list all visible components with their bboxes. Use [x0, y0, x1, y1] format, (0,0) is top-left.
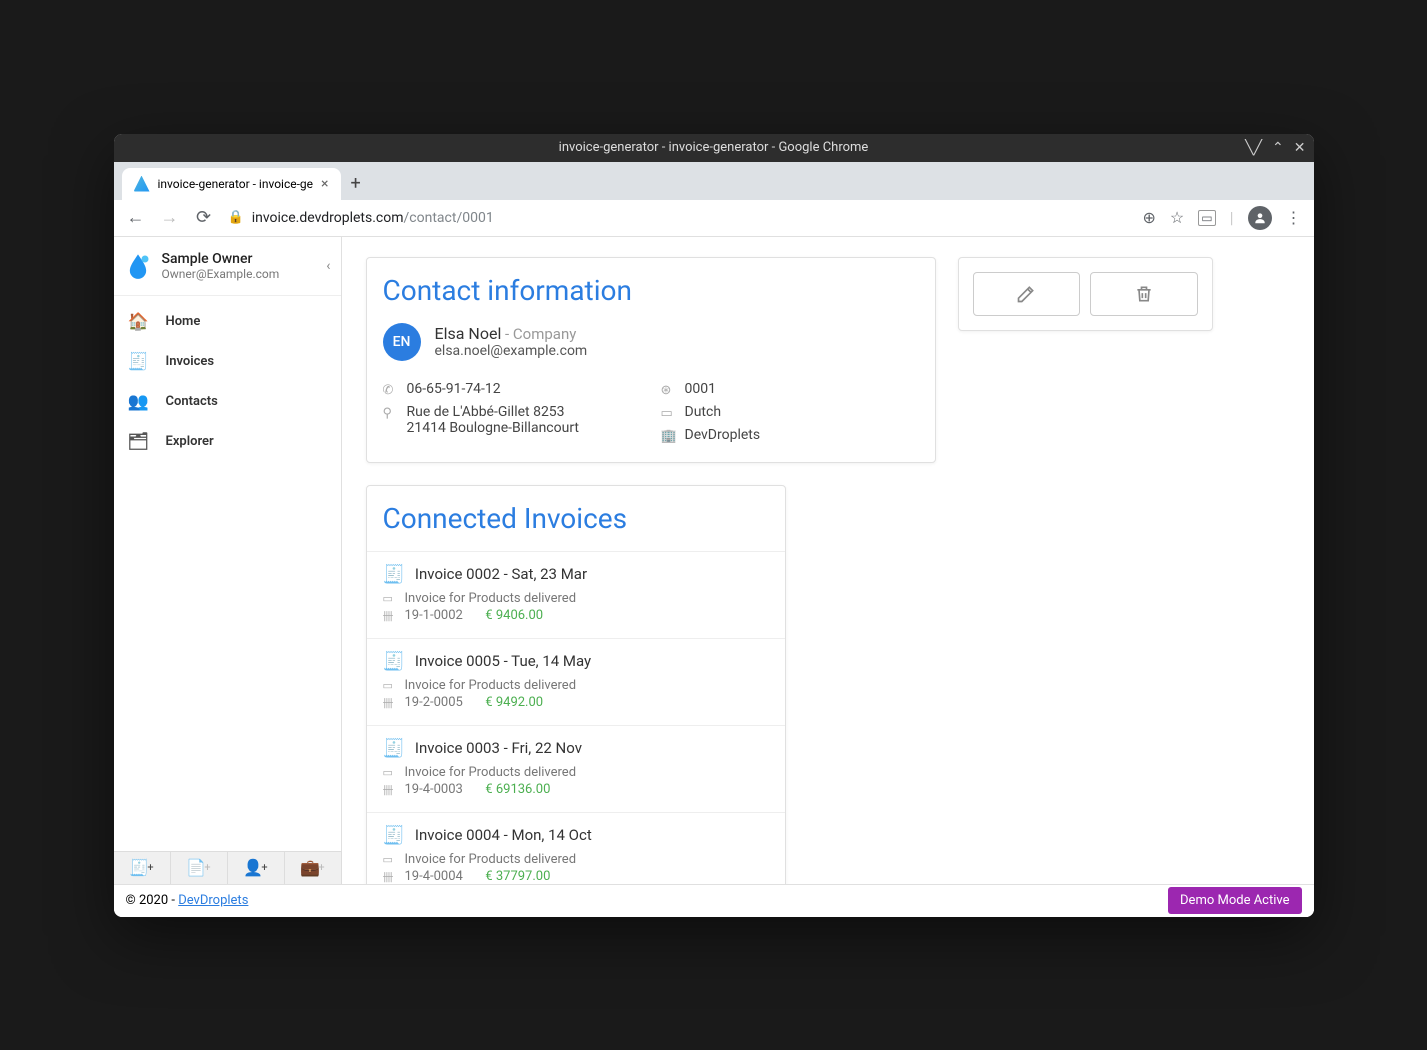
url-input[interactable]: 🔒 invoice.devdroplets.com/contact/0001 — [228, 210, 1129, 226]
edit-button[interactable] — [973, 272, 1081, 316]
label-icon: ▭ — [383, 766, 397, 779]
profile-avatar-icon[interactable] — [1248, 206, 1272, 230]
invoice-ref: 19-4-0004 — [405, 869, 463, 884]
new-invoice-button[interactable]: 🧾+ — [114, 852, 171, 884]
contact-heading: Contact information — [367, 258, 935, 323]
invoice-title: Invoice 0005 - Tue, 14 May — [415, 652, 591, 670]
main-content: Contact information EN Elsa Noel - Compa… — [342, 237, 1314, 917]
nav-contacts[interactable]: 👥 Contacts — [114, 382, 341, 422]
owner-panel[interactable]: Sample Owner Owner@Example.com ‹ — [114, 237, 341, 296]
tally-icon: 卌 — [383, 782, 397, 798]
forward-button[interactable]: → — [160, 207, 180, 228]
tab-title: invoice-generator - invoice-ge — [158, 177, 314, 191]
tally-icon: 卌 — [383, 869, 397, 885]
invoice-item[interactable]: 🧾 Invoice 0003 - Fri, 22 Nov ▭ Invoice fo… — [367, 725, 785, 812]
nav-invoices[interactable]: 🧾 Invoices — [114, 342, 341, 382]
back-button[interactable]: ← — [126, 207, 146, 228]
contact-id: ⊛0001 — [661, 381, 919, 398]
window-close-icon[interactable]: ✕ — [1294, 140, 1306, 156]
tally-icon: 卌 — [383, 608, 397, 624]
tab-close-icon[interactable]: × — [321, 176, 328, 192]
window-minimize-icon[interactable]: ╲╱ — [1245, 140, 1262, 156]
collapse-sidebar-icon[interactable]: ‹ — [326, 258, 330, 274]
invoice-title: Invoice 0003 - Fri, 22 Nov — [415, 739, 582, 757]
new-tab-button[interactable]: + — [341, 167, 371, 200]
invoice-title: Invoice 0004 - Mon, 14 Oct — [415, 826, 592, 844]
owner-email: Owner@Example.com — [162, 267, 317, 281]
invoice-ref: 19-1-0002 — [405, 608, 463, 623]
app-logo-icon — [124, 252, 152, 280]
footer: © 2020 - DevDroplets Demo Mode Active — [114, 884, 1314, 917]
label-icon: ▭ — [383, 853, 397, 866]
lock-icon: 🔒 — [228, 210, 244, 225]
window-title: invoice-generator - invoice-generator - … — [559, 140, 869, 155]
tab-favicon-icon — [134, 176, 150, 192]
phone-icon: ✆ — [383, 383, 397, 398]
contact-email: elsa.noel@example.com — [435, 343, 588, 359]
invoice-ref: 19-2-0005 — [405, 695, 463, 710]
zoom-icon[interactable]: ⊕ — [1143, 208, 1156, 227]
invoices-heading: Connected Invoices — [367, 486, 785, 551]
footer-link[interactable]: DevDroplets — [178, 893, 248, 908]
building-icon: 🏢 — [661, 429, 675, 444]
explorer-icon: 🗂 — [128, 432, 150, 452]
window-maximize-icon[interactable]: ⌃ — [1272, 140, 1284, 156]
contact-card: Contact information EN Elsa Noel - Compa… — [366, 257, 936, 463]
invoice-amount: € 9406.00 — [485, 608, 543, 623]
invoice-desc: Invoice for Products delivered — [405, 678, 577, 693]
bottom-toolbar: 🧾+ 📄+ 👤+ 💼+ — [114, 851, 342, 884]
trash-icon — [1134, 284, 1154, 304]
pin-icon: ⚲ — [383, 406, 397, 421]
window-titlebar: invoice-generator - invoice-generator - … — [114, 134, 1314, 162]
invoice-item[interactable]: 🧾 Invoice 0002 - Sat, 23 Mar ▭ Invoice fo… — [367, 551, 785, 638]
new-receipt-button[interactable]: 📄+ — [171, 852, 228, 884]
connected-invoices-card: Connected Invoices 🧾 Invoice 0002 - Sat,… — [366, 485, 786, 900]
nav-explorer[interactable]: 🗂 Explorer — [114, 422, 341, 462]
home-icon: 🏠 — [128, 312, 150, 332]
owner-name: Sample Owner — [162, 251, 317, 267]
document-icon: 🧾 — [383, 738, 405, 759]
contact-avatar: EN — [383, 323, 421, 361]
tab-strip: invoice-generator - invoice-ge × + — [114, 162, 1314, 200]
address-bar: ← → ⟳ 🔒 invoice.devdroplets.com/contact/… — [114, 200, 1314, 237]
invoice-amount: € 69136.00 — [485, 782, 550, 797]
contact-phone: ✆06-65-91-74-12 — [383, 381, 641, 398]
actions-card — [958, 257, 1213, 331]
invoice-icon: 🧾 — [128, 352, 150, 372]
extension-icon[interactable]: ▭ — [1198, 210, 1215, 226]
reload-button[interactable]: ⟳ — [194, 207, 214, 228]
browser-menu-icon[interactable]: ⋮ — [1286, 208, 1302, 227]
id-icon: ⊛ — [661, 383, 675, 398]
bookmark-icon[interactable]: ☆ — [1170, 208, 1184, 227]
sidebar: Sample Owner Owner@Example.com ‹ 🏠 Home … — [114, 237, 342, 917]
delete-button[interactable] — [1090, 272, 1198, 316]
document-icon: 🧾 — [383, 651, 405, 672]
invoice-desc: Invoice for Products delivered — [405, 765, 577, 780]
document-icon: 🧾 — [383, 825, 405, 846]
contact-org: 🏢DevDroplets — [661, 427, 919, 444]
contacts-icon: 👥 — [128, 392, 150, 412]
tally-icon: 卌 — [383, 695, 397, 711]
label-icon: ▭ — [383, 679, 397, 692]
invoice-ref: 19-4-0003 — [405, 782, 463, 797]
contact-language: ▭Dutch — [661, 404, 919, 421]
contact-address: ⚲Rue de L'Abbé-Gillet 825321414 Boulogne… — [383, 404, 641, 444]
invoice-amount: € 37797.00 — [485, 869, 550, 884]
demo-mode-badge: Demo Mode Active — [1168, 887, 1301, 914]
invoice-desc: Invoice for Products delivered — [405, 591, 577, 606]
document-icon: 🧾 — [383, 564, 405, 585]
edit-icon — [1016, 284, 1036, 304]
contact-name: Elsa Noel - Company — [435, 324, 588, 343]
nav-home[interactable]: 🏠 Home — [114, 302, 341, 342]
language-icon: ▭ — [661, 406, 675, 421]
invoice-title: Invoice 0002 - Sat, 23 Mar — [415, 565, 587, 583]
invoice-item[interactable]: 🧾 Invoice 0005 - Tue, 14 May ▭ Invoice fo… — [367, 638, 785, 725]
invoice-amount: € 9492.00 — [485, 695, 543, 710]
label-icon: ▭ — [383, 592, 397, 605]
invoice-desc: Invoice for Products delivered — [405, 852, 577, 867]
new-folder-button[interactable]: 💼+ — [285, 852, 342, 884]
new-contact-button[interactable]: 👤+ — [228, 852, 285, 884]
browser-tab[interactable]: invoice-generator - invoice-ge × — [122, 168, 341, 200]
